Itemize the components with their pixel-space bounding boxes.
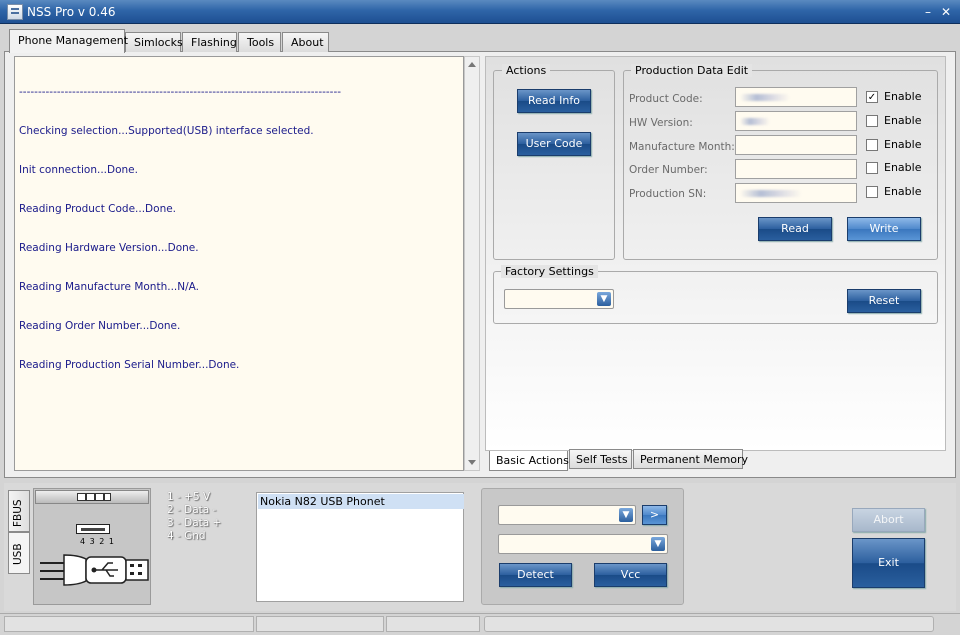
app-icon[interactable] — [7, 4, 23, 20]
product-code-enable-checkbox[interactable]: ✓ — [866, 91, 878, 103]
port-select[interactable]: ▼ — [498, 505, 636, 525]
usb-pin-numbers: 4 3 2 1 — [80, 537, 115, 546]
read-info-button[interactable]: Read Info — [517, 89, 591, 113]
close-icon[interactable]: ✕ — [938, 5, 954, 19]
dropdown-arrow-icon[interactable]: ▼ — [651, 537, 665, 551]
enable-label: Enable — [884, 161, 922, 174]
vcc-button[interactable]: Vcc — [594, 563, 667, 587]
dropdown-arrow-icon[interactable]: ▼ — [597, 292, 611, 306]
log-line: Reading Production Serial Number...Done. — [19, 359, 240, 371]
log-line: Reading Manufacture Month...N/A. — [19, 281, 199, 293]
abort-button[interactable]: Abort — [852, 508, 925, 532]
tab-self-tests[interactable]: Self Tests — [569, 449, 632, 469]
order-number-enable-checkbox[interactable] — [866, 162, 878, 174]
hw-version-label: HW Version: — [629, 117, 693, 129]
status-pane — [4, 616, 254, 632]
manufacture-month-field[interactable] — [735, 135, 857, 155]
read-button[interactable]: Read — [758, 217, 832, 241]
order-number-field[interactable] — [735, 159, 857, 179]
list-item[interactable]: Nokia N82 USB Phonet — [258, 494, 464, 509]
go-button[interactable]: > — [642, 505, 667, 525]
tab-fbus[interactable]: FBUS — [8, 490, 30, 532]
order-number-label: Order Number: — [629, 164, 708, 176]
write-button[interactable]: Write — [847, 217, 921, 241]
status-pane — [256, 616, 384, 632]
log-line: Reading Product Code...Done. — [19, 203, 177, 215]
log-line: Reading Order Number...Done. — [19, 320, 181, 332]
enable-label: Enable — [884, 90, 922, 103]
minimize-icon[interactable]: – — [920, 5, 936, 19]
tab-permanent-memory[interactable]: Permanent Memory — [633, 449, 748, 469]
log-line: Checking selection...Supported(USB) inte… — [19, 125, 314, 137]
log-line: ----------------------------------------… — [19, 86, 342, 98]
detect-button[interactable]: Detect — [499, 563, 572, 587]
log-scrollbar[interactable] — [464, 56, 480, 471]
usb-pinout: 1 - +5 V 2 - Data - 3 - Data + 4 - Gnd — [167, 491, 222, 542]
production-data-title: Production Data Edit — [631, 64, 753, 77]
production-sn-label: Production SN: — [629, 188, 707, 200]
product-code-label: Product Code: — [629, 93, 703, 105]
reset-button[interactable]: Reset — [847, 289, 921, 313]
device-list[interactable]: Nokia N82 USB Phonet — [256, 492, 464, 602]
manufacture-month-enable-checkbox[interactable] — [866, 139, 878, 151]
tab-usb[interactable]: USB — [8, 532, 30, 574]
usb-connector-strip — [35, 490, 149, 504]
tab-flashing[interactable]: Flashing — [182, 32, 237, 52]
tab-simlocks[interactable]: Simlocks — [125, 32, 183, 52]
tab-about[interactable]: About — [282, 32, 329, 52]
factory-settings-select[interactable]: ▼ — [504, 289, 614, 309]
device-select[interactable]: ▼ — [498, 534, 668, 554]
progress-bar — [484, 616, 934, 632]
usb-plug-icon — [40, 554, 149, 586]
log-line: Init connection...Done. — [19, 164, 138, 176]
dropdown-arrow-icon[interactable]: ▼ — [619, 508, 633, 522]
tab-tools[interactable]: Tools — [238, 32, 281, 52]
manufacture-month-label: Manufacture Month: — [629, 141, 735, 153]
enable-label: Enable — [884, 138, 922, 151]
status-pane — [386, 616, 480, 632]
enable-label: Enable — [884, 114, 922, 127]
enable-label: Enable — [884, 185, 922, 198]
user-code-button[interactable]: User Code — [517, 132, 591, 156]
title-bar — [0, 0, 960, 24]
production-sn-enable-checkbox[interactable] — [866, 186, 878, 198]
usb-diagram: 4 3 2 1 — [33, 488, 151, 605]
tab-basic-actions[interactable]: Basic Actions — [489, 451, 569, 471]
tab-phone-management[interactable]: Phone Management — [9, 29, 128, 53]
scroll-down-icon[interactable] — [468, 460, 476, 465]
actions-group-title: Actions — [502, 64, 551, 77]
scroll-up-icon[interactable] — [468, 62, 476, 67]
log-output[interactable]: ----------------------------------------… — [14, 56, 464, 471]
usb-port-icon — [76, 524, 110, 534]
exit-button[interactable]: Exit — [852, 538, 925, 588]
hw-version-field[interactable] — [735, 111, 857, 131]
log-line: Reading Hardware Version...Done. — [19, 242, 199, 254]
hw-version-enable-checkbox[interactable] — [866, 115, 878, 127]
factory-settings-title: Factory Settings — [501, 265, 598, 278]
production-sn-field[interactable] — [735, 183, 857, 203]
product-code-field[interactable] — [735, 87, 857, 107]
window-title: NSS Pro v 0.46 — [27, 5, 116, 19]
